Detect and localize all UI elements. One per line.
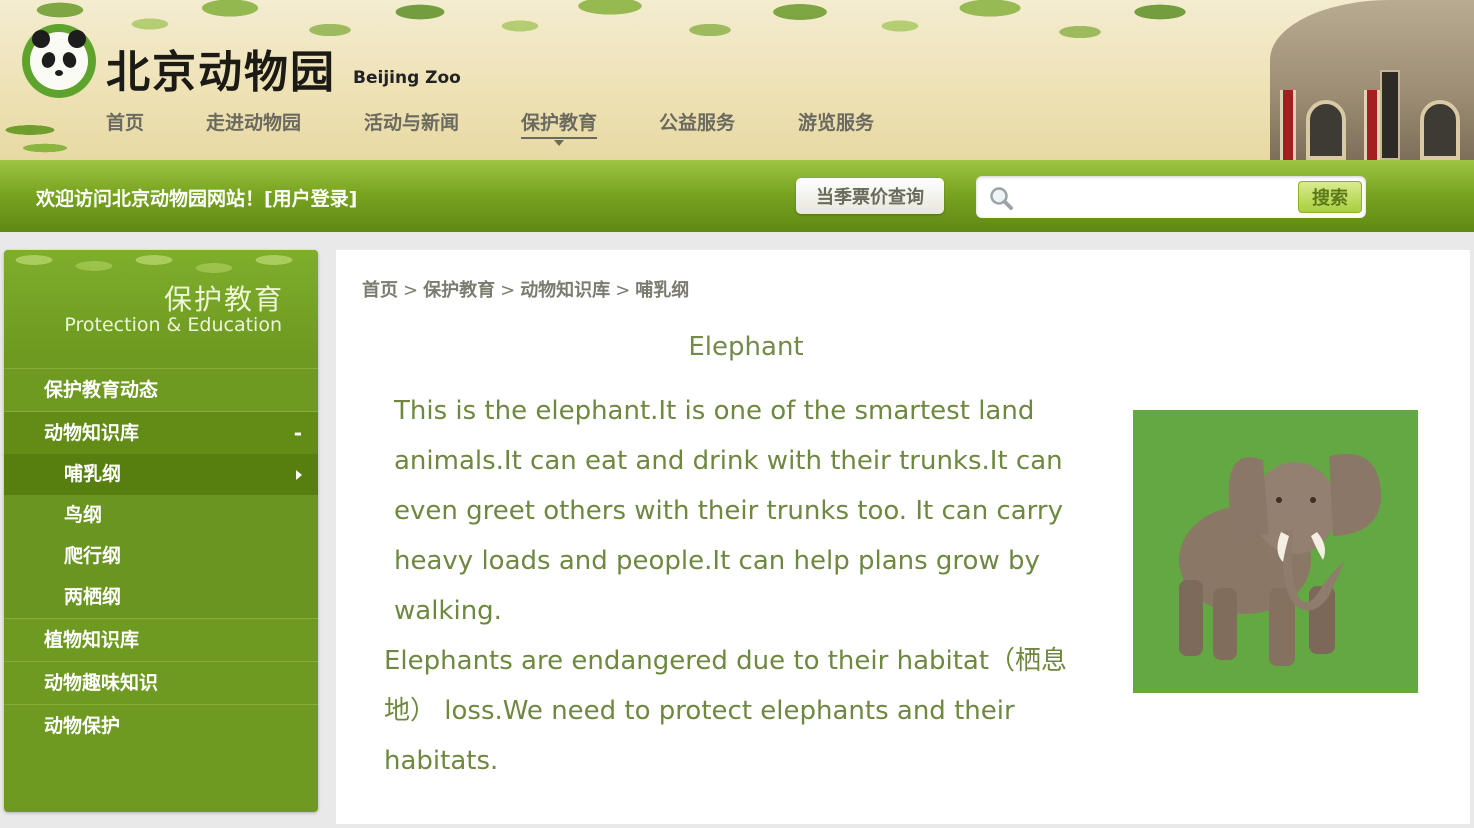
sidebar-menu: 保护教育动态 动物知识库 - 哺乳纲 鸟纲 爬行纲 两栖纲 植物知识库 动物趣味… — [4, 368, 318, 747]
sidebar-subitem-label: 哺乳纲 — [64, 463, 122, 485]
sidebar-subitem-amphibians[interactable]: 两栖纲 — [4, 577, 318, 618]
nav-protection-education[interactable]: 保护教育 — [521, 108, 598, 146]
nav-activities-news[interactable]: 活动与新闻 — [364, 108, 459, 135]
breadcrumb-protection-education[interactable]: 保护教育 — [423, 280, 495, 301]
sidebar: 保护教育 Protection & Education 保护教育动态 动物知识库… — [4, 250, 318, 812]
site-logo-chinese[interactable]: 北京动物园 — [106, 36, 336, 100]
sidebar-item-label: 动物知识库 — [44, 422, 140, 444]
article-paragraph: This is the elephant.It is one of the sm… — [394, 396, 1063, 626]
nav-about-zoo[interactable]: 走进动物园 — [206, 108, 301, 135]
breadcrumb-home[interactable]: 首页 — [362, 280, 398, 301]
elephant-image — [1179, 453, 1381, 666]
sidebar-item-plant-knowledge[interactable]: 植物知识库 — [4, 618, 318, 661]
breadcrumb-separator: > — [500, 280, 516, 301]
sidebar-item-label: 植物知识库 — [44, 629, 140, 651]
search-input[interactable] — [1024, 182, 1294, 212]
search-button[interactable]: 搜索 — [1298, 181, 1362, 213]
sidebar-header: 保护教育 Protection & Education — [4, 250, 318, 352]
sidebar-title-english: Protection & Education — [64, 314, 282, 336]
sidebar-item-education-news[interactable]: 保护教育动态 — [4, 368, 318, 411]
welcome-login-text[interactable]: 欢迎访问北京动物园网站！[用户登录] — [36, 184, 357, 211]
sidebar-subitem-mammals[interactable]: 哺乳纲 — [4, 454, 318, 495]
article-body: This is the elephant.It is one of the sm… — [360, 386, 1080, 786]
article-paragraph: Elephants are endangered due to their ha… — [384, 646, 1068, 776]
search-icon — [990, 187, 1013, 210]
nav-public-service[interactable]: 公益服务 — [659, 108, 735, 135]
sidebar-subitem-reptiles[interactable]: 爬行纲 — [4, 536, 318, 577]
panda-logo-icon[interactable] — [22, 24, 96, 98]
article-title: Elephant — [688, 332, 804, 362]
site-header: 北京动物园 Beijing Zoo 首页 走进动物园 活动与新闻 保护教育 公益… — [0, 0, 1474, 160]
breadcrumb-separator: > — [403, 280, 419, 301]
collapse-icon[interactable]: - — [294, 412, 302, 455]
gate-pillar — [1364, 90, 1380, 160]
nav-home[interactable]: 首页 — [106, 108, 144, 135]
ticket-price-button[interactable]: 当季票价查询 — [796, 178, 944, 214]
main-nav: 首页 走进动物园 活动与新闻 保护教育 公益服务 游览服务 — [0, 108, 920, 146]
sidebar-subitem-label: 鸟纲 — [64, 504, 103, 526]
gate-arch — [1420, 100, 1460, 160]
utility-bar: 欢迎访问北京动物园网站！[用户登录] 当季票价查询 搜索 — [0, 160, 1474, 232]
breadcrumb: 首页 > 保护教育 > 动物知识库 > 哺乳纲 — [362, 276, 689, 302]
sidebar-subitem-birds[interactable]: 鸟纲 — [4, 495, 318, 536]
sidebar-item-animal-protection[interactable]: 动物保护 — [4, 704, 318, 747]
site-logo-english[interactable]: Beijing Zoo — [353, 68, 461, 88]
elephant-photo — [1133, 410, 1418, 693]
sidebar-title-chinese: 保护教育 — [163, 283, 284, 316]
sidebar-item-label: 保护教育动态 — [44, 379, 159, 401]
breadcrumb-animal-knowledge[interactable]: 动物知识库 — [520, 280, 610, 301]
search-box: 搜索 — [976, 176, 1366, 218]
sidebar-item-label: 动物保护 — [44, 715, 121, 737]
sidebar-subitem-label: 爬行纲 — [64, 545, 122, 567]
sidebar-item-animal-knowledge[interactable]: 动物知识库 - — [4, 411, 318, 454]
gate-plaque — [1380, 70, 1400, 160]
main-content: 首页 > 保护教育 > 动物知识库 > 哺乳纲 Elephant This is the e… — [336, 250, 1470, 824]
breadcrumb-separator: > — [615, 280, 631, 301]
chevron-right-icon — [296, 470, 302, 480]
nav-visitor-service[interactable]: 游览服务 — [798, 108, 874, 135]
gate-arch — [1306, 100, 1346, 160]
breadcrumb-mammals[interactable]: 哺乳纲 — [635, 280, 689, 301]
zoo-gate-illustration — [1270, 0, 1474, 160]
sidebar-subitem-label: 两栖纲 — [64, 586, 122, 608]
sidebar-item-fun-facts[interactable]: 动物趣味知识 — [4, 661, 318, 704]
sidebar-item-label: 动物趣味知识 — [44, 672, 159, 694]
gate-pillar — [1280, 90, 1296, 160]
